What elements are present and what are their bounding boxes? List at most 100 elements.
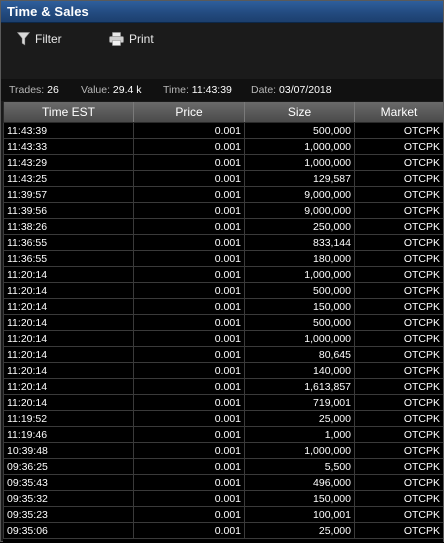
column-header-price[interactable]: Price bbox=[133, 102, 245, 123]
table-header-row: Time EST Price Size Market bbox=[3, 102, 443, 123]
cell-price: 0.001 bbox=[133, 186, 245, 203]
cell-market: OTCPK bbox=[354, 122, 443, 139]
table-row[interactable]: 11:38:26 0.001 250,000 OTCPK bbox=[3, 218, 443, 235]
table-row[interactable]: 11:20:14 0.001 140,000 OTCPK bbox=[3, 362, 443, 379]
table-row[interactable]: 11:39:56 0.001 9,000,000 OTCPK bbox=[3, 202, 443, 219]
cell-time: 09:35:32 bbox=[3, 490, 134, 507]
cell-market: OTCPK bbox=[354, 186, 443, 203]
table-row[interactable]: 09:35:23 0.001 100,001 OTCPK bbox=[3, 506, 443, 523]
table-row[interactable]: 11:39:57 0.001 9,000,000 OTCPK bbox=[3, 186, 443, 203]
toolbar: Filter Print bbox=[1, 23, 443, 79]
table-row[interactable]: 10:39:48 0.001 1,000,000 OTCPK bbox=[3, 442, 443, 459]
table-row[interactable]: 09:35:32 0.001 150,000 OTCPK bbox=[3, 490, 443, 507]
cell-size: 9,000,000 bbox=[244, 186, 355, 203]
title-bar[interactable]: Time & Sales bbox=[1, 1, 443, 23]
cell-market: OTCPK bbox=[354, 522, 443, 539]
cell-size: 150,000 bbox=[244, 490, 355, 507]
table-row[interactable]: 11:20:14 0.001 80,645 OTCPK bbox=[3, 346, 443, 363]
cell-price: 0.001 bbox=[133, 362, 245, 379]
cell-time: 09:35:23 bbox=[3, 506, 134, 523]
cell-market: OTCPK bbox=[354, 250, 443, 267]
cell-market: OTCPK bbox=[354, 410, 443, 427]
cell-market: OTCPK bbox=[354, 474, 443, 491]
table-row[interactable]: 11:36:55 0.001 833,144 OTCPK bbox=[3, 234, 443, 251]
time-label: Time: bbox=[163, 84, 189, 96]
cell-size: 1,000 bbox=[244, 426, 355, 443]
table-row[interactable]: 11:20:14 0.001 500,000 OTCPK bbox=[3, 314, 443, 331]
table-body: 11:43:39 0.001 500,000 OTCPK 11:43:33 0.001 1,… bbox=[3, 122, 443, 539]
cell-time: 11:43:25 bbox=[3, 170, 134, 187]
table-row[interactable]: 11:20:14 0.001 150,000 OTCPK bbox=[3, 298, 443, 315]
cell-time: 11:20:14 bbox=[3, 282, 134, 299]
table-row[interactable]: 11:20:14 0.001 1,613,857 OTCPK bbox=[3, 378, 443, 395]
cell-size: 496,000 bbox=[244, 474, 355, 491]
table-row[interactable]: 11:20:14 0.001 500,000 OTCPK bbox=[3, 282, 443, 299]
cell-price: 0.001 bbox=[133, 298, 245, 315]
cell-price: 0.001 bbox=[133, 266, 245, 283]
cell-market: OTCPK bbox=[354, 330, 443, 347]
cell-time: 11:43:39 bbox=[3, 122, 134, 139]
filter-button[interactable]: Filter bbox=[17, 29, 62, 49]
cell-price: 0.001 bbox=[133, 490, 245, 507]
table-row[interactable]: 11:20:14 0.001 1,000,000 OTCPK bbox=[3, 330, 443, 347]
cell-size: 1,000,000 bbox=[244, 266, 355, 283]
table-row[interactable]: 09:36:25 0.001 5,500 OTCPK bbox=[3, 458, 443, 475]
cell-size: 500,000 bbox=[244, 314, 355, 331]
cell-price: 0.001 bbox=[133, 346, 245, 363]
cell-price: 0.001 bbox=[133, 234, 245, 251]
trades-table-container[interactable]: Time EST Price Size Market 11:43:39 0.001… bbox=[3, 102, 443, 543]
cell-size: 719,001 bbox=[244, 394, 355, 411]
summary-bar: Trades: 26 Value: 29.4 k Time: 11:43:39 … bbox=[1, 79, 443, 101]
time-and-sales-window: Time & Sales Filter Print Trades: 26 Val… bbox=[0, 0, 444, 543]
trades-label: Trades: bbox=[9, 84, 45, 96]
print-button[interactable]: Print bbox=[109, 29, 154, 49]
cell-size: 25,000 bbox=[244, 522, 355, 539]
cell-time: 11:39:57 bbox=[3, 186, 134, 203]
value-summary: Value: 29.4 k bbox=[81, 84, 142, 96]
cell-price: 0.001 bbox=[133, 474, 245, 491]
table-row[interactable]: 11:20:14 0.001 719,001 OTCPK bbox=[3, 394, 443, 411]
cell-size: 1,000,000 bbox=[244, 442, 355, 459]
cell-price: 0.001 bbox=[133, 250, 245, 267]
table-row[interactable]: 11:36:55 0.001 180,000 OTCPK bbox=[3, 250, 443, 267]
cell-time: 09:36:25 bbox=[3, 458, 134, 475]
cell-size: 100,001 bbox=[244, 506, 355, 523]
window-title: Time & Sales bbox=[7, 4, 89, 19]
table-row[interactable]: 11:43:25 0.001 129,587 OTCPK bbox=[3, 170, 443, 187]
cell-time: 10:39:48 bbox=[3, 442, 134, 459]
cell-market: OTCPK bbox=[354, 362, 443, 379]
cell-price: 0.001 bbox=[133, 138, 245, 155]
value-label: Value: bbox=[81, 84, 110, 96]
value-value: 29.4 k bbox=[112, 84, 142, 96]
column-header-time[interactable]: Time EST bbox=[3, 102, 134, 123]
cell-time: 11:19:46 bbox=[3, 426, 134, 443]
cell-price: 0.001 bbox=[133, 506, 245, 523]
cell-time: 11:36:55 bbox=[3, 234, 134, 251]
table-row[interactable]: 11:43:33 0.001 1,000,000 OTCPK bbox=[3, 138, 443, 155]
table-row[interactable]: 11:19:46 0.001 1,000 OTCPK bbox=[3, 426, 443, 443]
table-row[interactable]: 09:35:06 0.001 25,000 OTCPK bbox=[3, 522, 443, 539]
cell-size: 1,000,000 bbox=[244, 138, 355, 155]
cell-market: OTCPK bbox=[354, 506, 443, 523]
cell-market: OTCPK bbox=[354, 266, 443, 283]
cell-market: OTCPK bbox=[354, 154, 443, 171]
time-value: 11:43:39 bbox=[191, 84, 232, 96]
table-row[interactable]: 09:35:43 0.001 496,000 OTCPK bbox=[3, 474, 443, 491]
column-header-market[interactable]: Market bbox=[354, 102, 443, 123]
cell-price: 0.001 bbox=[133, 218, 245, 235]
table-row[interactable]: 11:43:29 0.001 1,000,000 OTCPK bbox=[3, 154, 443, 171]
table-row[interactable]: 11:19:52 0.001 25,000 OTCPK bbox=[3, 410, 443, 427]
cell-time: 11:20:14 bbox=[3, 346, 134, 363]
cell-time: 11:43:33 bbox=[3, 138, 134, 155]
cell-size: 80,645 bbox=[244, 346, 355, 363]
filter-icon bbox=[17, 32, 30, 46]
column-header-size[interactable]: Size bbox=[244, 102, 355, 123]
table-row[interactable]: 11:43:39 0.001 500,000 OTCPK bbox=[3, 122, 443, 139]
cell-size: 1,613,857 bbox=[244, 378, 355, 395]
trades-value: 26 bbox=[47, 84, 59, 96]
cell-market: OTCPK bbox=[354, 346, 443, 363]
cell-price: 0.001 bbox=[133, 378, 245, 395]
cell-size: 180,000 bbox=[244, 250, 355, 267]
table-row[interactable]: 11:20:14 0.001 1,000,000 OTCPK bbox=[3, 266, 443, 283]
cell-size: 5,500 bbox=[244, 458, 355, 475]
